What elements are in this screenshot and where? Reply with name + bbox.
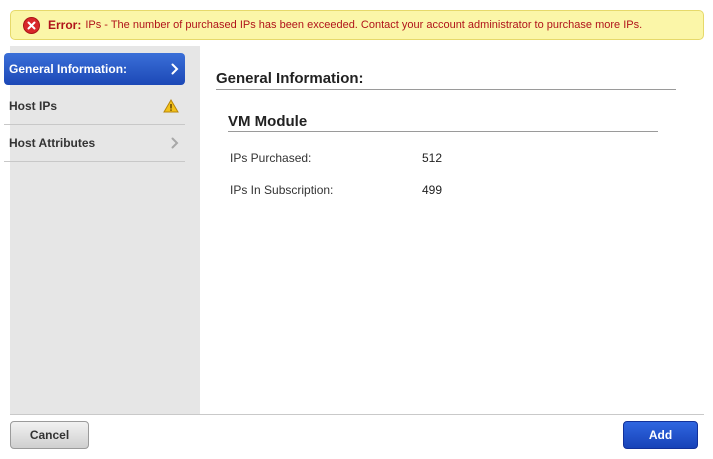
sidebar-item-label: General Information: xyxy=(9,62,128,76)
page-title: General Information: xyxy=(216,70,364,87)
footer-divider xyxy=(10,414,704,415)
chevron-right-icon xyxy=(171,63,179,75)
cancel-button[interactable]: Cancel xyxy=(10,421,89,449)
sidebar-item-general-information[interactable]: General Information: xyxy=(4,53,185,85)
sidebar-item-label: Host Attributes xyxy=(9,136,96,150)
sidebar-item-label: Host IPs xyxy=(9,99,58,113)
ips-in-subscription-value: 499 xyxy=(422,183,443,197)
error-banner: Error: IPs - The number of purchased IPs… xyxy=(10,10,704,40)
section-title: VM Module xyxy=(228,113,308,130)
sidebar-item-host-attributes[interactable]: Host Attributes xyxy=(4,125,185,162)
error-message: IPs - The number of purchased IPs has be… xyxy=(85,19,643,31)
chevron-right-icon xyxy=(171,137,179,149)
error-x-icon xyxy=(23,16,40,34)
error-title: Error: xyxy=(48,18,82,32)
section-divider xyxy=(228,131,658,132)
warning-icon xyxy=(163,99,179,113)
sidebar-item-host-ips[interactable]: Host IPs xyxy=(4,88,185,125)
ips-purchased-value: 512 xyxy=(422,151,443,165)
ips-in-subscription-label: IPs In Subscription: xyxy=(230,183,334,197)
add-button[interactable]: Add xyxy=(623,421,698,449)
ips-purchased-label: IPs Purchased: xyxy=(230,151,312,165)
title-divider xyxy=(216,89,676,90)
